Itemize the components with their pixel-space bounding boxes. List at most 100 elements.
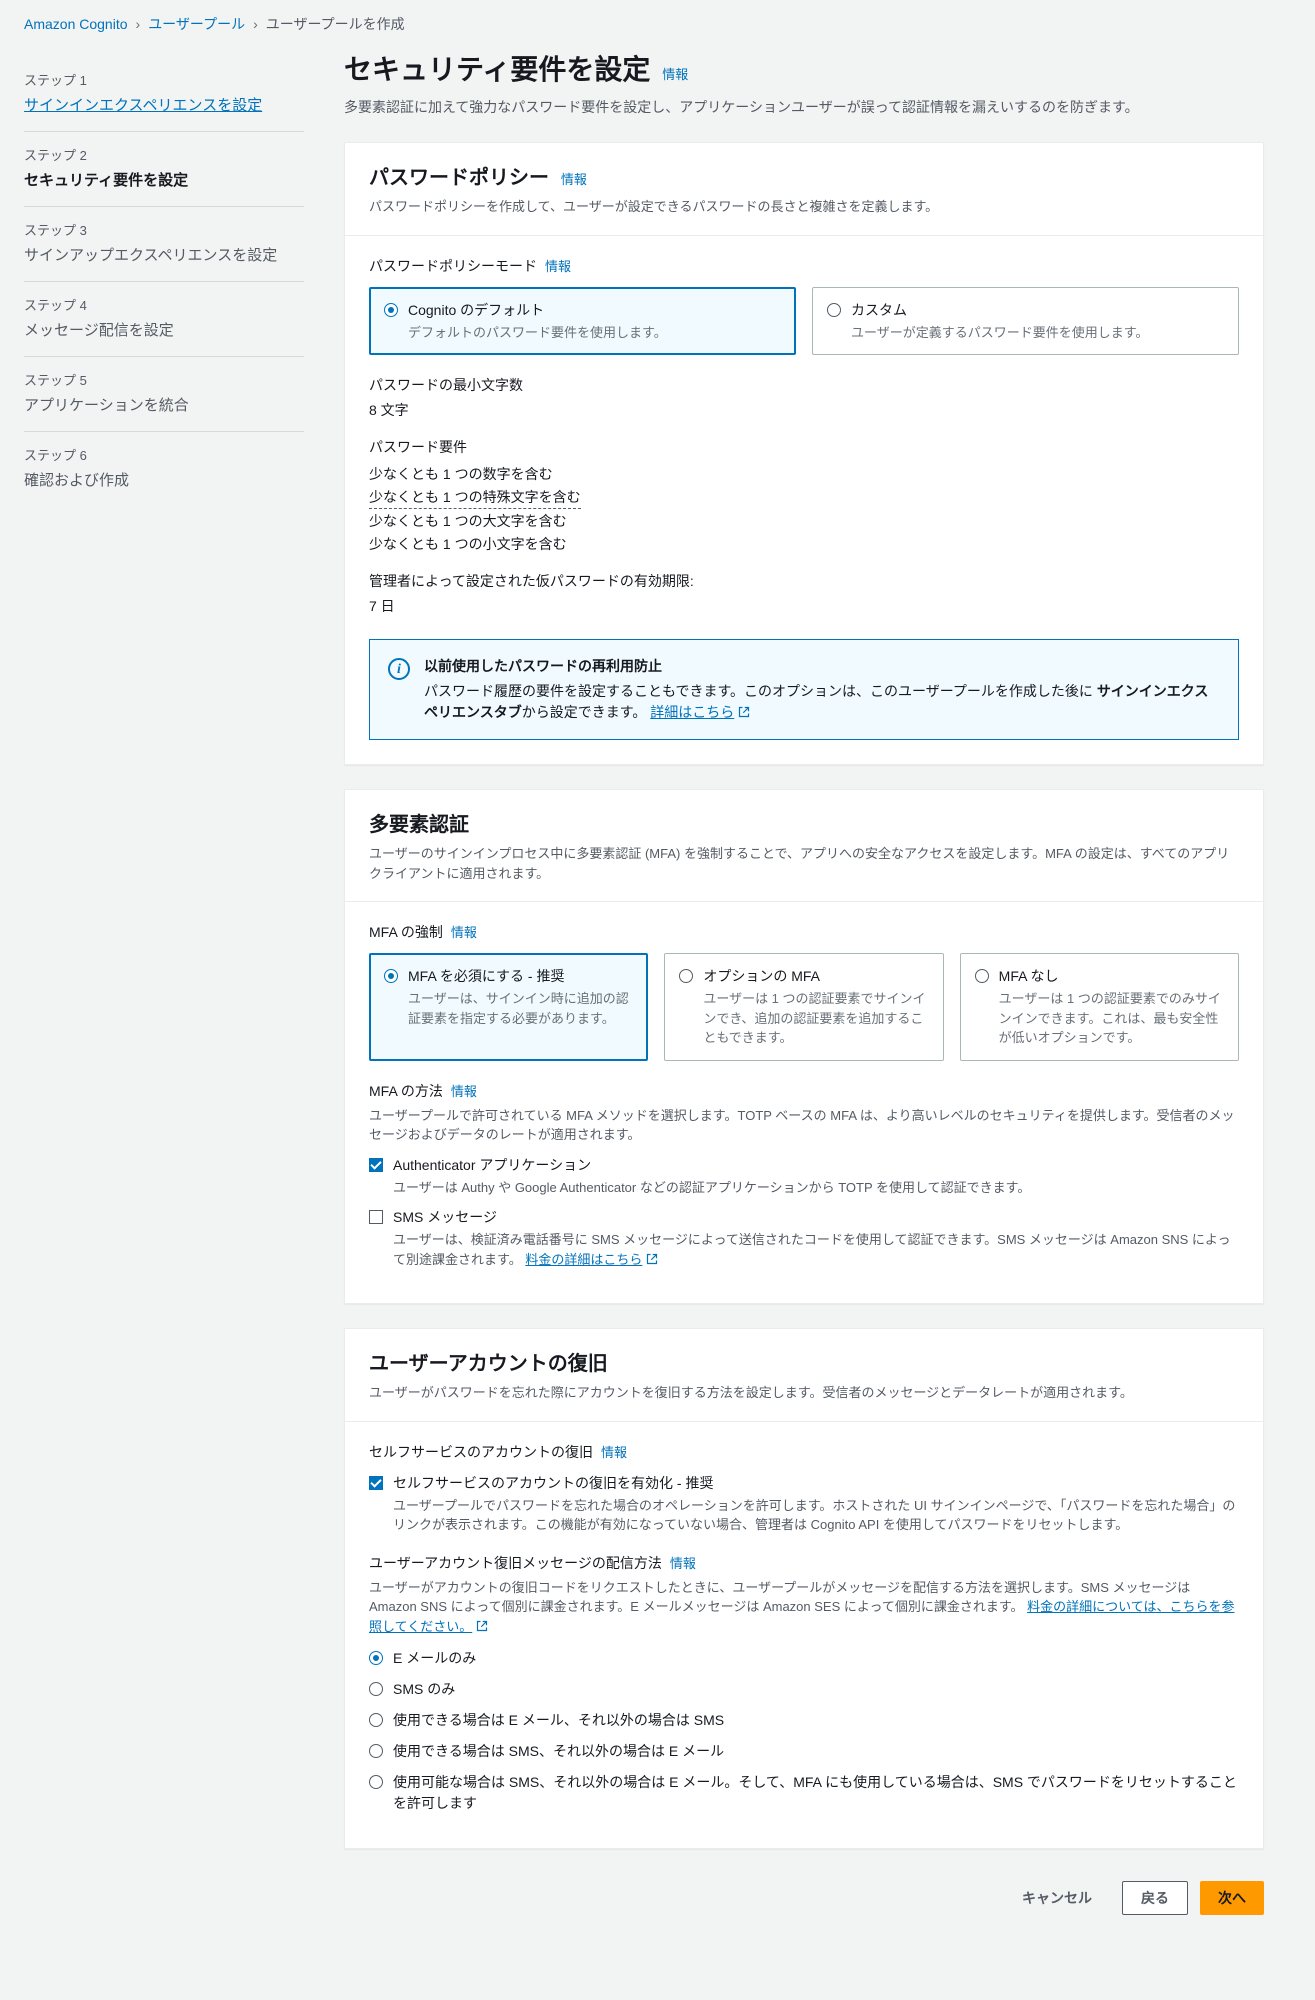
wizard-sidebar: ステップ 1 サインインエクスペリエンスを設定 ステップ 2 セキュリティ要件を… — [24, 49, 304, 1873]
wizard-step-6[interactable]: ステップ 6 確認および作成 — [24, 432, 304, 506]
panel-info-link[interactable]: 情報 — [561, 172, 587, 187]
step-label: ステップ 5 — [24, 371, 304, 391]
tile-desc: ユーザーは 1 つの認証要素でサインインでき、追加の認証要素を追加することもでき… — [703, 989, 928, 1048]
delivery-email-only-radio[interactable] — [369, 1651, 383, 1665]
tile-desc: デフォルトのパスワード要件を使用します。 — [408, 323, 781, 343]
radio-label: 使用できる場合は E メール、それ以外の場合は SMS — [393, 1710, 1239, 1731]
delivery-sms-then-email-radio[interactable] — [369, 1744, 383, 1758]
panel-desc: ユーザーのサインインプロセス中に多要素認証 (MFA) を強制することで、アプリ… — [369, 844, 1239, 883]
chevron-right-icon: › — [253, 14, 258, 35]
field-info-link[interactable]: 情報 — [451, 923, 477, 943]
step-title: メッセージ配信を設定 — [24, 320, 304, 343]
breadcrumb-link-0[interactable]: Amazon Cognito — [24, 14, 128, 35]
mfa-required-option[interactable]: MFA を必須にする - 推奨 ユーザーは、サインイン時に追加の認証要素を指定す… — [369, 953, 648, 1061]
tile-title: オプションの MFA — [703, 968, 820, 984]
field-label: MFA の強制 — [369, 922, 443, 943]
mfa-none-option[interactable]: MFA なし ユーザーは 1 つの認証要素でのみサインインできます。これは、最も… — [960, 953, 1239, 1061]
temp-password-label: 管理者によって設定された仮パスワードの有効期限: — [369, 571, 1239, 592]
enable-self-recovery-checkbox[interactable] — [369, 1476, 383, 1490]
authenticator-app-checkbox[interactable] — [369, 1158, 383, 1172]
min-length-label: パスワードの最小文字数 — [369, 375, 1239, 396]
breadcrumb: Amazon Cognito › ユーザープール › ユーザープールを作成 — [0, 0, 1315, 49]
breadcrumb-link-1[interactable]: ユーザープール — [148, 14, 245, 35]
panel-desc: ユーザーがパスワードを忘れた際にアカウントを復旧する方法を設定します。受信者のメ… — [369, 1383, 1239, 1403]
delivery-hint: ユーザーがアカウントの復旧コードをリクエストしたときに、ユーザープールがメッセー… — [369, 1578, 1239, 1637]
step-title: サインアップエクスペリエンスを設定 — [24, 245, 304, 268]
alert-learn-more-link[interactable]: 詳細はこちら — [650, 704, 750, 720]
option-title: Authenticator アプリケーション — [393, 1155, 1239, 1176]
panel-title: 多要素認証 — [369, 814, 469, 836]
mfa-optional-option[interactable]: オプションの MFA ユーザーは 1 つの認証要素でサインインでき、追加の認証要… — [664, 953, 943, 1061]
option-desc: ユーザープールでパスワードを忘れた場合のオペレーションを許可します。ホストされた… — [393, 1496, 1239, 1535]
step-title: サインインエクスペリエンスを設定 — [24, 95, 304, 118]
tile-desc: ユーザーが定義するパスワード要件を使用します。 — [851, 323, 1224, 343]
panel-title: ユーザーアカウントの復旧 — [369, 1353, 608, 1375]
radio-icon — [384, 969, 398, 983]
breadcrumb-current: ユーザープールを作成 — [266, 14, 405, 35]
radio-icon — [975, 969, 989, 983]
external-link-icon — [646, 1251, 658, 1263]
panel-title: パスワードポリシー — [369, 167, 549, 189]
radio-label: E メールのみ — [393, 1648, 1239, 1669]
tile-title: MFA を必須にする - 推奨 — [408, 968, 564, 984]
next-button[interactable]: 次へ — [1200, 1881, 1264, 1915]
step-title: 確認および作成 — [24, 470, 304, 493]
delivery-sms-mfa-radio[interactable] — [369, 1775, 383, 1789]
radio-label: 使用可能な場合は SMS、それ以外の場合は E メール。そして、MFA にも使用… — [393, 1772, 1239, 1814]
radio-icon — [384, 303, 398, 317]
option-desc: ユーザーは Authy や Google Authenticator などの認証… — [393, 1178, 1239, 1198]
wizard-step-1[interactable]: ステップ 1 サインインエクスペリエンスを設定 — [24, 57, 304, 132]
methods-hint: ユーザープールで許可されている MFA メソッドを選択します。TOTP ベースの… — [369, 1106, 1239, 1145]
field-label: パスワードポリシーモード — [369, 256, 537, 277]
field-info-link[interactable]: 情報 — [601, 1443, 627, 1463]
panel-desc: パスワードポリシーを作成して、ユーザーが設定できるパスワードの長さと複雑さを定義… — [369, 197, 1239, 217]
requirements-label: パスワード要件 — [369, 437, 1239, 458]
option-title: SMS メッセージ — [393, 1207, 1239, 1228]
wizard-step-4[interactable]: ステップ 4 メッセージ配信を設定 — [24, 282, 304, 357]
step-label: ステップ 2 — [24, 146, 304, 166]
field-label: ユーザーアカウント復旧メッセージの配信方法 — [369, 1553, 662, 1574]
chevron-right-icon: › — [136, 14, 141, 35]
tile-title: カスタム — [851, 302, 907, 318]
policy-mode-custom[interactable]: カスタム ユーザーが定義するパスワード要件を使用します。 — [812, 287, 1239, 356]
page-description: 多要素認証に加えて強力なパスワード要件を設定し、アプリケーションユーザーが誤って… — [344, 97, 1264, 118]
field-label: MFA の方法 — [369, 1081, 443, 1102]
wizard-step-5[interactable]: ステップ 5 アプリケーションを統合 — [24, 357, 304, 432]
req-item: 少なくとも 1 つの小文字を含む — [369, 534, 1239, 555]
field-info-link[interactable]: 情報 — [670, 1554, 696, 1574]
tile-title: MFA なし — [999, 968, 1059, 984]
external-link-icon — [476, 1618, 488, 1630]
temp-password-value: 7 日 — [369, 596, 1239, 617]
field-info-link[interactable]: 情報 — [451, 1082, 477, 1102]
page-title: セキュリティ要件を設定 — [344, 54, 650, 85]
password-reuse-alert: i 以前使用したパスワードの再利用防止 パスワード履歴の要件を設定することもでき… — [369, 639, 1239, 740]
password-policy-panel: パスワードポリシー 情報 パスワードポリシーを作成して、ユーザーが設定できるパス… — [344, 142, 1264, 765]
radio-label: SMS のみ — [393, 1679, 1239, 1700]
field-info-link[interactable]: 情報 — [545, 257, 571, 277]
back-button[interactable]: 戻る — [1122, 1881, 1188, 1915]
wizard-step-2[interactable]: ステップ 2 セキュリティ要件を設定 — [24, 132, 304, 207]
sms-pricing-link[interactable]: 料金の詳細はこちら — [525, 1252, 658, 1267]
tile-title: Cognito のデフォルト — [408, 302, 544, 318]
step-label: ステップ 3 — [24, 221, 304, 241]
wizard-step-3[interactable]: ステップ 3 サインアップエクスペリエンスを設定 — [24, 207, 304, 282]
field-label: セルフサービスのアカウントの復旧 — [369, 1442, 593, 1463]
step-label: ステップ 4 — [24, 296, 304, 316]
delivery-email-then-sms-radio[interactable] — [369, 1713, 383, 1727]
option-desc: ユーザーは、検証済み電話番号に SMS メッセージによって送信されたコードを使用… — [393, 1230, 1239, 1269]
sms-message-checkbox[interactable] — [369, 1210, 383, 1224]
policy-mode-default[interactable]: Cognito のデフォルト デフォルトのパスワード要件を使用します。 — [369, 287, 796, 356]
option-title: セルフサービスのアカウントの復旧を有効化 - 推奨 — [393, 1473, 1239, 1494]
page-info-link[interactable]: 情報 — [662, 67, 688, 82]
delivery-sms-only-radio[interactable] — [369, 1682, 383, 1696]
req-item: 少なくとも 1 つの数字を含む — [369, 464, 1239, 485]
alert-title: 以前使用したパスワードの再利用防止 — [424, 656, 1220, 677]
cancel-button[interactable]: キャンセル — [1004, 1881, 1110, 1915]
step-title: セキュリティ要件を設定 — [24, 170, 304, 193]
tile-desc: ユーザーは、サインイン時に追加の認証要素を指定する必要があります。 — [408, 989, 633, 1028]
step-label: ステップ 1 — [24, 71, 304, 91]
main-content: セキュリティ要件を設定 情報 多要素認証に加えて強力なパスワード要件を設定し、ア… — [344, 49, 1264, 1873]
account-recovery-panel: ユーザーアカウントの復旧 ユーザーがパスワードを忘れた際にアカウントを復旧する方… — [344, 1328, 1264, 1849]
radio-icon — [827, 303, 841, 317]
min-length-value: 8 文字 — [369, 400, 1239, 421]
